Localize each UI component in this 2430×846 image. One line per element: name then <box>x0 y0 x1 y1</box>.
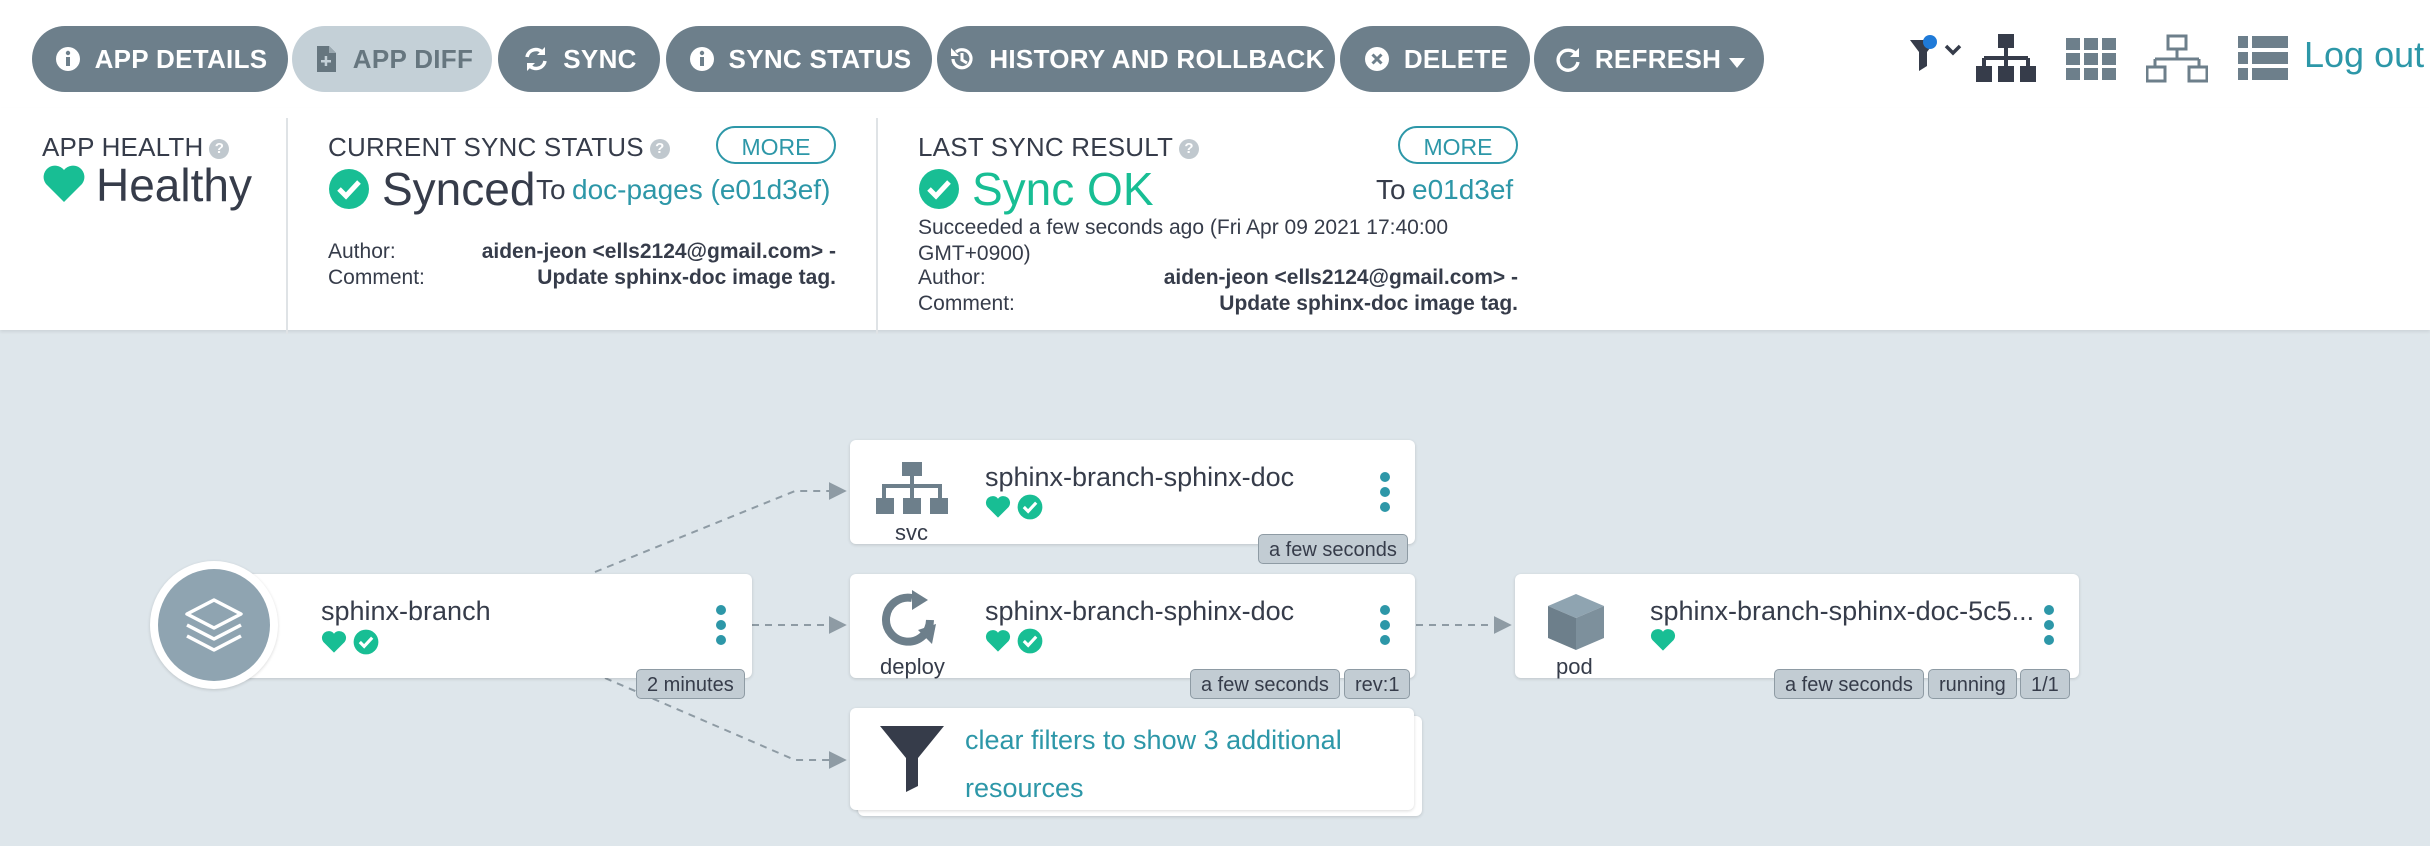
pod-cube-icon <box>1544 592 1608 657</box>
deploy-node-name: sphinx-branch-sphinx-doc <box>985 596 1295 626</box>
refresh-button[interactable]: REFRESH <box>1534 26 1764 92</box>
last-succeeded-text: Succeeded a few seconds ago (Fri Apr 09 … <box>918 216 1449 239</box>
deploy-node-age-tag: a few seconds <box>1190 669 1340 699</box>
last-sync-value: Sync OK <box>972 163 1154 215</box>
svc-node-age-tag: a few seconds <box>1258 534 1408 564</box>
heart-icon <box>985 496 1011 518</box>
pod-node-kind: pod <box>1556 654 1593 679</box>
app-node-age-tag: 2 minutes <box>636 669 745 699</box>
check-circle-icon <box>1017 494 1043 520</box>
last-comment-value: Update sphinx-doc image tag. <box>1219 292 1518 315</box>
clear-filters-text-cont: resources <box>965 773 1084 803</box>
caret-down-icon <box>1729 44 1746 75</box>
app-diff-label: APP DIFF <box>352 43 474 74</box>
filter-icon <box>880 724 944 797</box>
history-rollback-label: HISTORY AND ROLLBACK <box>989 43 1325 74</box>
heart-icon <box>1650 629 1676 651</box>
edge-app-svc <box>594 482 847 573</box>
grid-view-icon[interactable] <box>2066 38 2116 85</box>
current-sync-label: CURRENT SYNC STATUS <box>328 132 644 162</box>
deployment-icon <box>878 590 944 657</box>
help-icon[interactable]: ? <box>209 139 230 160</box>
heart-icon <box>985 630 1011 652</box>
app-node-menu-icon[interactable] <box>716 605 726 650</box>
app-node-status <box>321 629 379 655</box>
clear-filters-text: clear filters to show 3 additional <box>965 725 1342 755</box>
last-comment-label: Comment: <box>918 292 1015 315</box>
sync-status-label: SYNC STATUS <box>728 43 912 74</box>
pod-node-status <box>1650 628 1676 652</box>
current-author-label: Author: <box>328 240 396 263</box>
help-icon[interactable]: ? <box>1179 139 1200 160</box>
sync-icon <box>521 44 551 74</box>
svc-node-menu-icon[interactable] <box>1380 472 1390 517</box>
sync-button[interactable]: SYNC <box>498 26 660 92</box>
sync-label: SYNC <box>563 43 637 74</box>
current-comment-value: Update sphinx-doc image tag. <box>537 266 836 289</box>
current-comment-label: Comment: <box>328 266 425 289</box>
svc-node-kind: svc <box>895 520 928 545</box>
clear-filters-link[interactable]: clear filters to show 3 additional resou… <box>965 716 1342 812</box>
app-health-value: Healthy <box>96 159 252 211</box>
heart-icon <box>42 164 86 209</box>
app-details-button[interactable]: APP DETAILS <box>32 26 288 92</box>
app-node-name: sphinx-branch <box>321 596 491 626</box>
check-circle-icon <box>1017 628 1043 654</box>
history-rollback-button[interactable]: HISTORY AND ROLLBACK <box>937 26 1335 92</box>
last-author-value: aiden-jeon <ells2124@gmail.com> - <box>1163 266 1518 289</box>
history-icon <box>947 44 977 74</box>
deploy-node-rev-tag: rev:1 <box>1344 669 1411 699</box>
status-panel: APP HEALTH? Healthy CURRENT SYNC STATUS?… <box>0 108 2430 334</box>
delete-label: DELETE <box>1403 43 1509 74</box>
divider <box>876 118 878 334</box>
network-view-icon[interactable] <box>2145 34 2209 89</box>
divider <box>286 118 288 334</box>
app-diff-button[interactable]: APP DIFF <box>292 26 492 92</box>
logout-link[interactable]: Log out <box>2304 34 2424 76</box>
check-circle-icon <box>918 168 960 215</box>
pod-node-age-tag: a few seconds <box>1774 669 1924 699</box>
last-sync-title: LAST SYNC RESULT? <box>918 132 1200 163</box>
pod-node-name: sphinx-branch-sphinx-doc-5c5... <box>1650 596 2035 626</box>
pod-node-state-tag: running <box>1928 669 2017 699</box>
current-sync-value: Synced <box>382 163 536 215</box>
deploy-node-menu-icon[interactable] <box>1380 605 1390 650</box>
current-sync-title: CURRENT SYNC STATUS? <box>328 132 670 163</box>
sync-status-button[interactable]: SYNC STATUS <box>666 26 932 92</box>
check-circle-icon <box>328 168 370 215</box>
pod-node-menu-icon[interactable] <box>2044 605 2054 650</box>
help-icon[interactable]: ? <box>649 139 670 160</box>
svc-node-status <box>985 494 1043 520</box>
list-view-icon[interactable] <box>2238 36 2288 85</box>
last-succeeded-text-cont: GMT+0900) <box>918 242 1031 265</box>
pod-node-ready-tag: 1/1 <box>2020 669 2070 699</box>
refresh-label: REFRESH <box>1594 43 1722 74</box>
current-sync-more-button[interactable]: MORE <box>716 126 836 164</box>
last-author-label: Author: <box>918 266 986 289</box>
app-details-label: APP DETAILS <box>94 43 268 74</box>
svc-node-name: sphinx-branch-sphinx-doc <box>985 462 1295 492</box>
heart-icon <box>321 631 347 653</box>
deploy-node-status <box>985 628 1043 654</box>
check-circle-icon <box>353 629 379 655</box>
info-icon <box>53 44 83 74</box>
close-circle-icon <box>1362 44 1392 74</box>
delete-button[interactable]: DELETE <box>1340 26 1530 92</box>
info-icon <box>687 44 717 74</box>
service-icon <box>876 462 948 523</box>
last-sync-label: LAST SYNC RESULT <box>918 132 1174 162</box>
file-diff-icon <box>311 44 341 74</box>
top-toolbar: APP DETAILS APP DIFF SYNC SYNC STATUS HI… <box>0 0 2430 109</box>
layers-icon <box>158 569 270 681</box>
current-revision-link[interactable]: doc-pages (e01d3ef) <box>572 174 830 206</box>
last-to-prefix: To <box>1376 174 1406 205</box>
current-to-prefix: To <box>536 174 566 205</box>
current-author-value: aiden-jeon <ells2124@gmail.com> - <box>481 240 836 263</box>
refresh-icon <box>1553 44 1583 74</box>
last-sync-more-button[interactable]: MORE <box>1398 126 1518 164</box>
last-revision-link[interactable]: e01d3ef <box>1412 174 1513 206</box>
deploy-node-kind: deploy <box>880 654 945 679</box>
tree-view-icon[interactable] <box>1976 34 2036 89</box>
filter-icon[interactable] <box>1908 34 1964 79</box>
